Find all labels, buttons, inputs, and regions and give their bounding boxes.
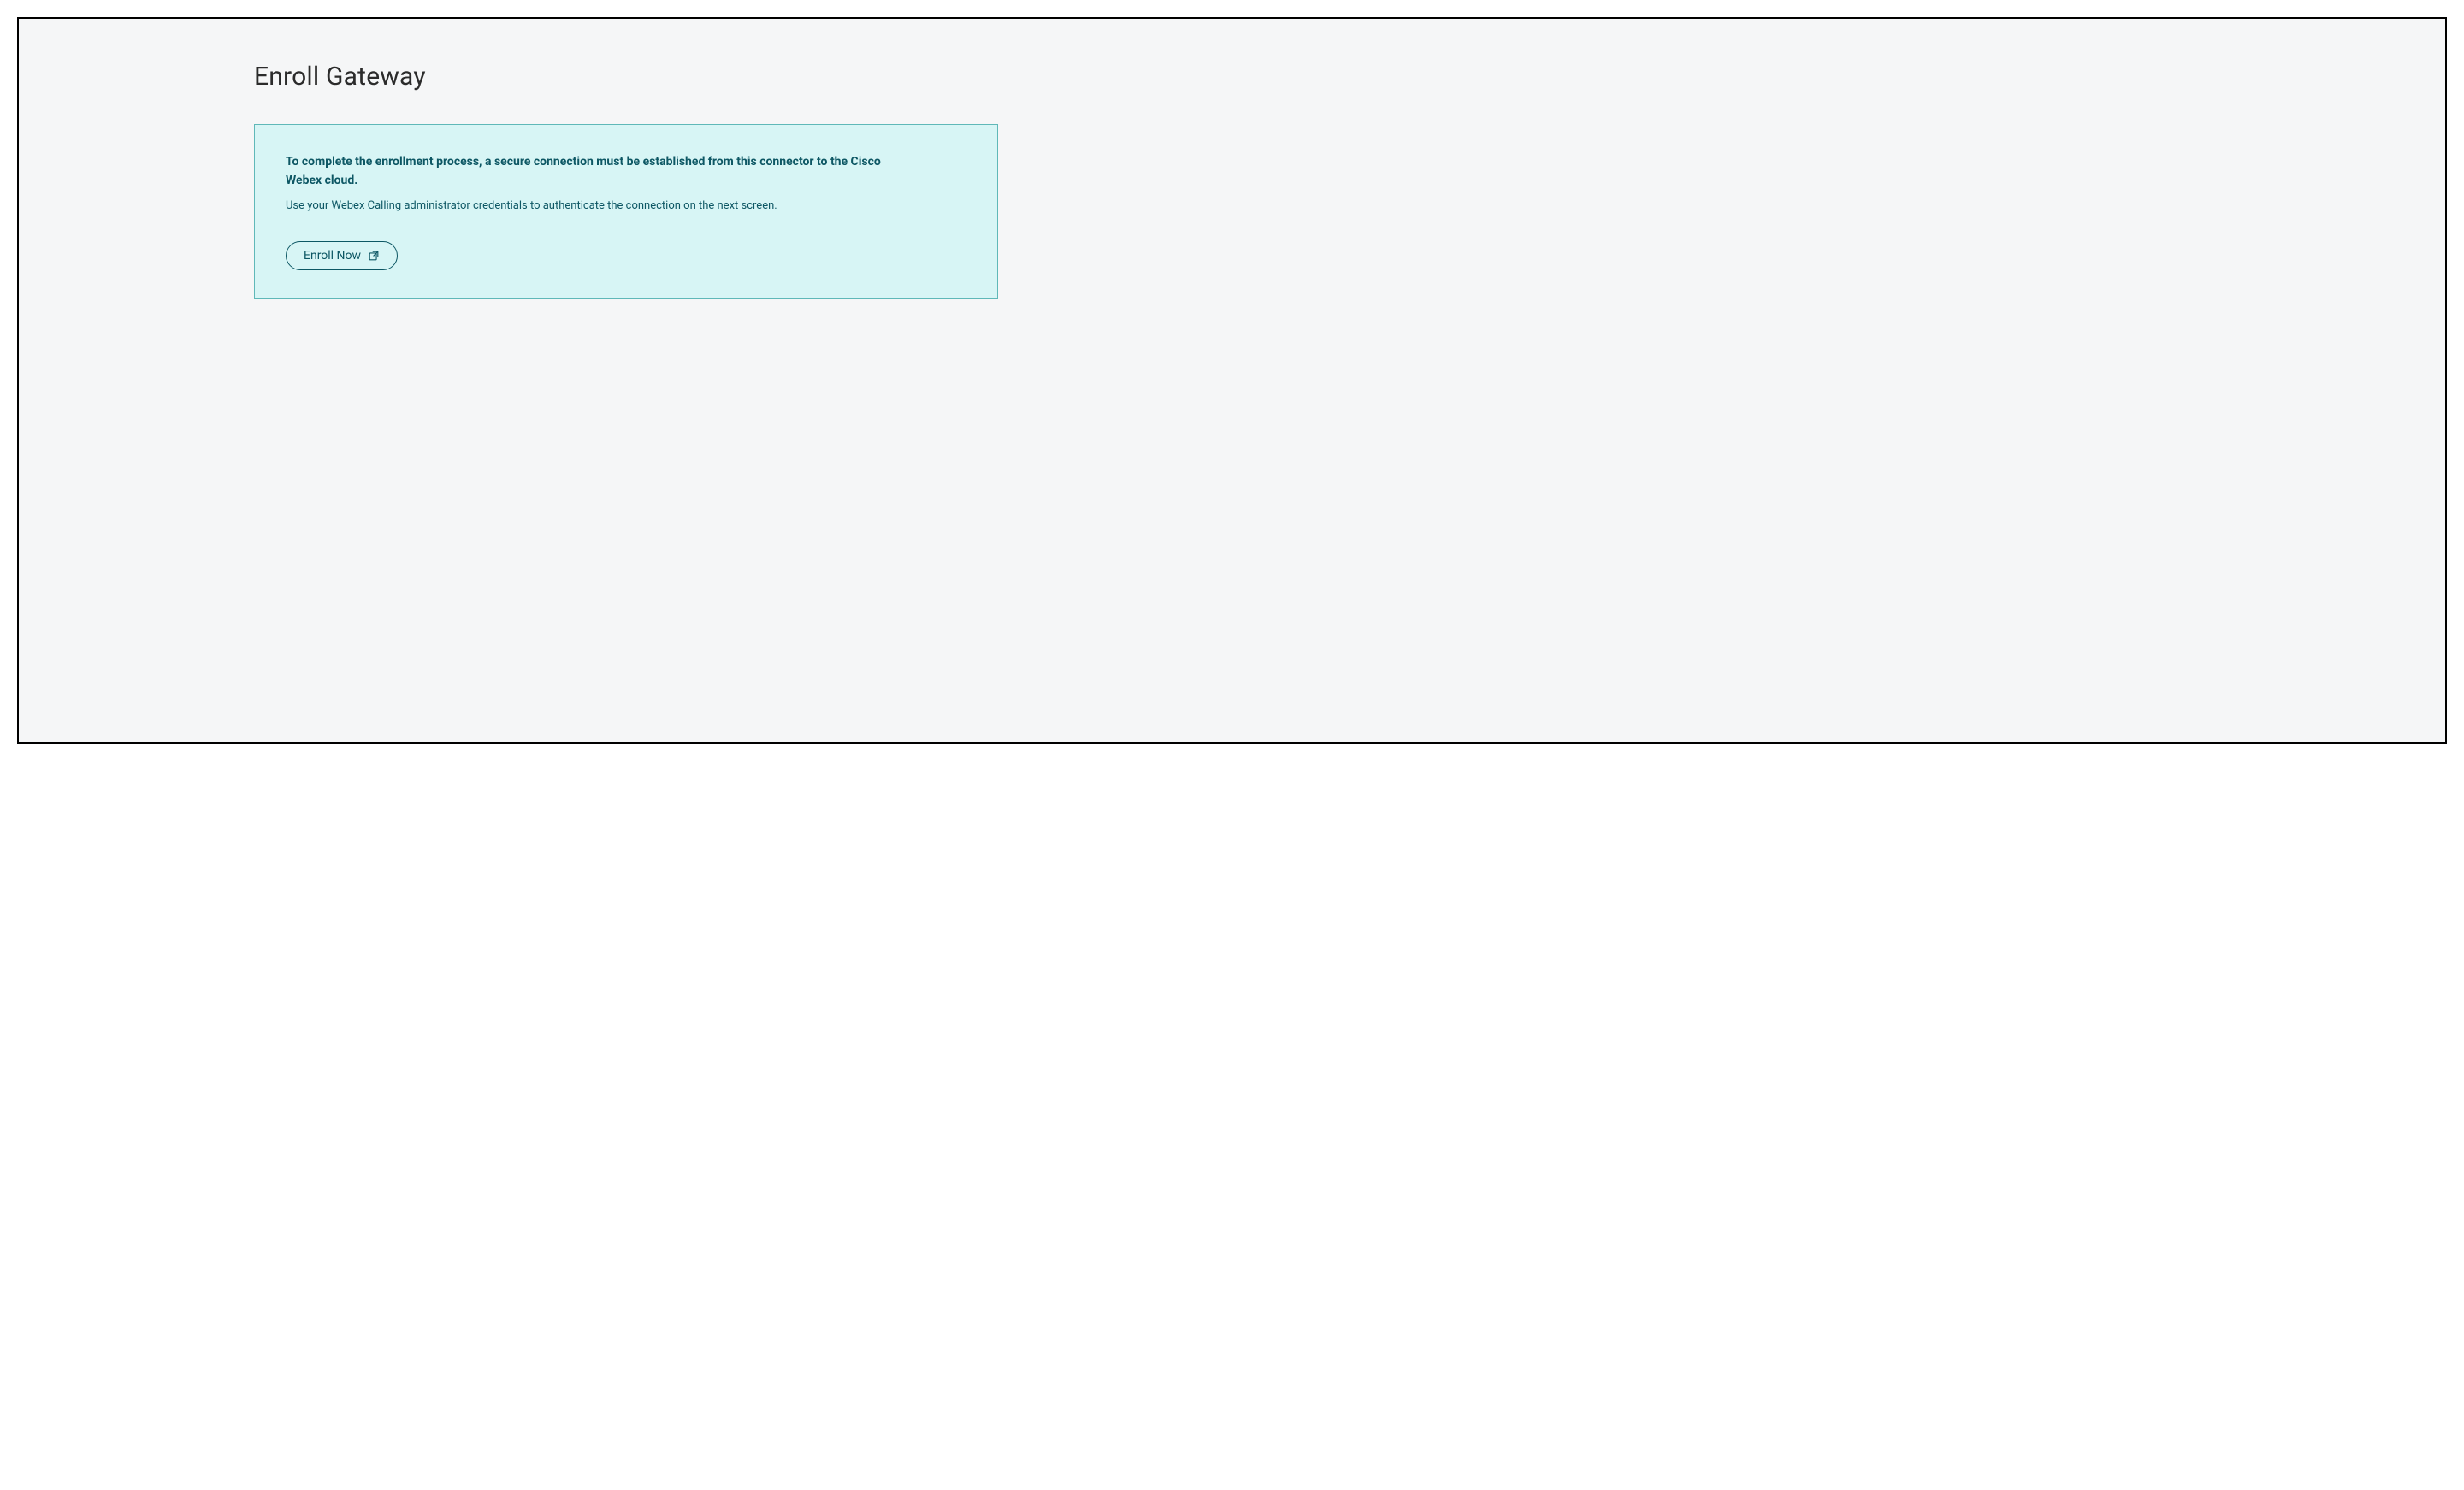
content-wrapper: Enroll Gateway To complete the enrollmen… xyxy=(254,62,998,299)
enroll-now-button[interactable]: Enroll Now xyxy=(286,241,398,270)
external-link-icon xyxy=(368,250,380,262)
enrollment-heading: To complete the enrollment process, a se… xyxy=(286,152,919,191)
page-title: Enroll Gateway xyxy=(254,62,998,92)
page-frame: Enroll Gateway To complete the enrollmen… xyxy=(17,17,2447,744)
enrollment-info-panel: To complete the enrollment process, a se… xyxy=(254,124,998,299)
enroll-button-label: Enroll Now xyxy=(304,249,361,263)
enrollment-description: Use your Webex Calling administrator cre… xyxy=(286,198,966,215)
